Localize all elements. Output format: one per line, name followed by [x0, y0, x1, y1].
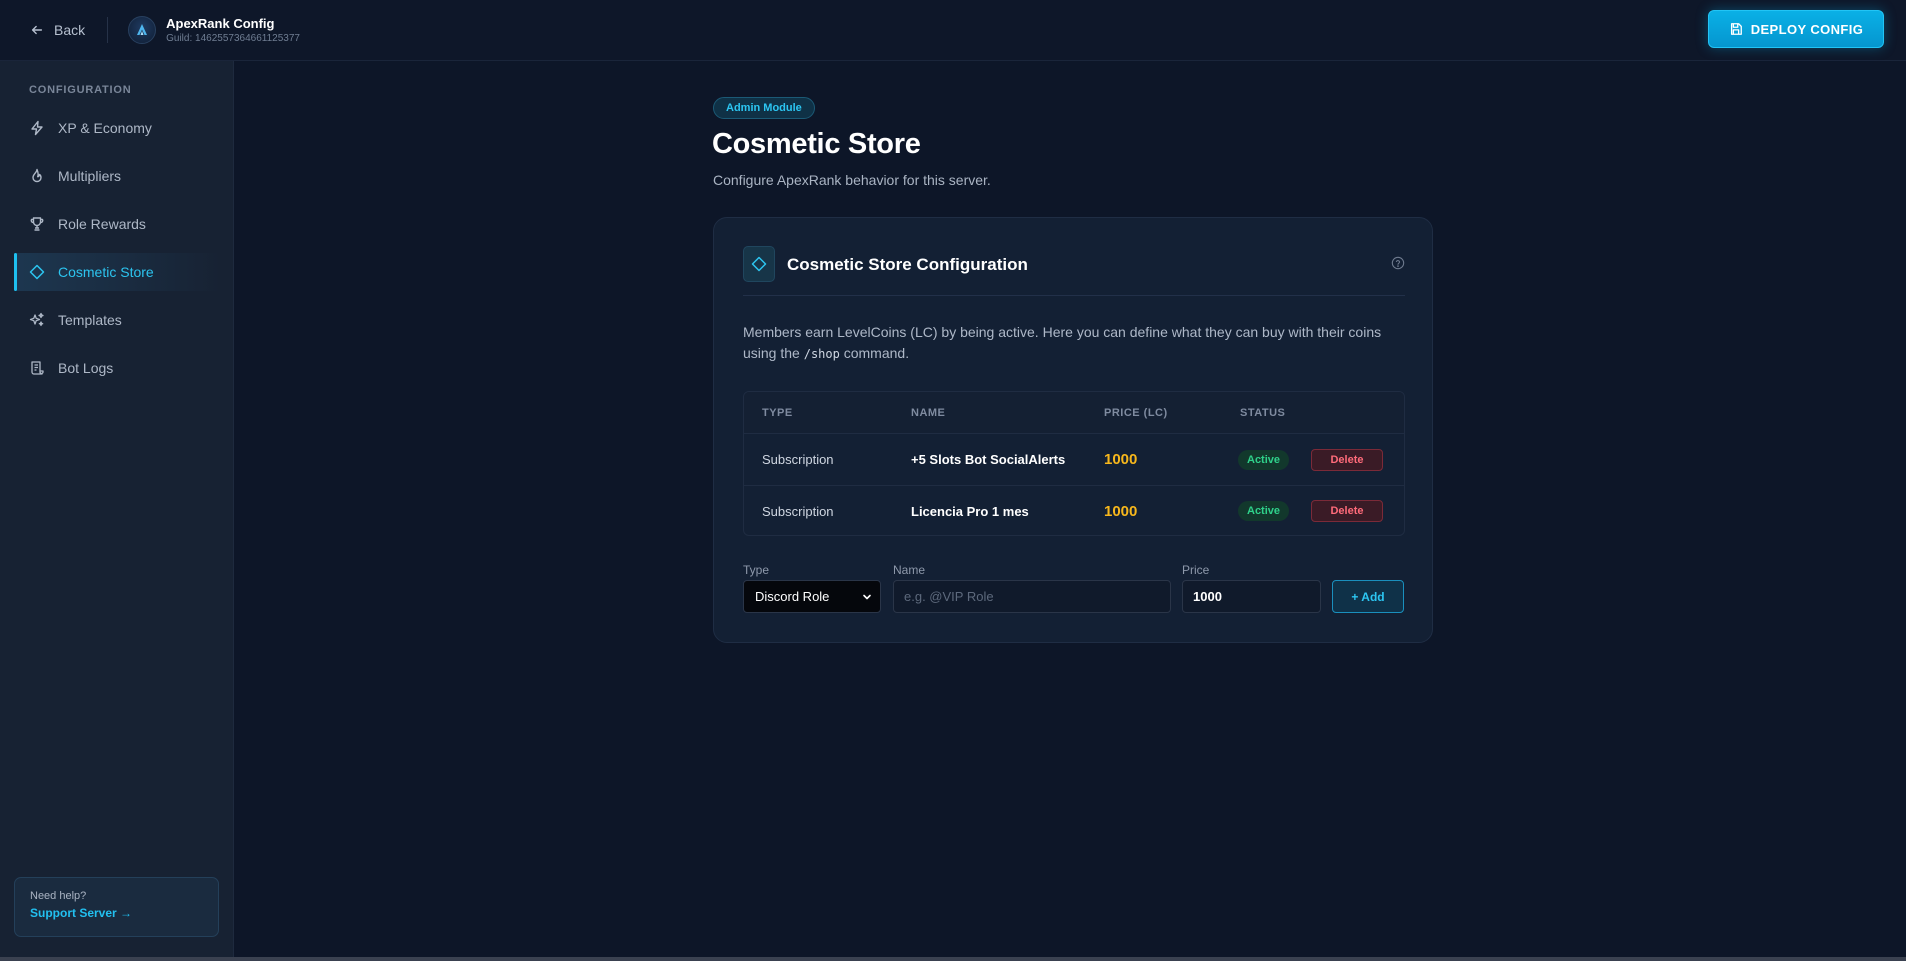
- sidebar-item-label: Multipliers: [58, 168, 122, 184]
- sidebar-item-bot-logs[interactable]: Bot Logs: [14, 349, 220, 387]
- sidebar-item-label: Templates: [58, 312, 122, 328]
- status-badge: Active: [1238, 449, 1290, 470]
- diamond-icon: [743, 246, 775, 282]
- diamond-icon: [29, 264, 45, 280]
- item-name: +5 Slots Bot SocialAlerts: [911, 452, 1066, 467]
- item-price-input[interactable]: [1182, 580, 1321, 613]
- sidebar-item-templates[interactable]: Templates: [14, 301, 220, 339]
- item-name: Licencia Pro 1 mes: [911, 503, 1029, 519]
- sidebar: CONFIGURATION XP & Economy Multipliers R…: [0, 61, 234, 961]
- item-type: Subscription: [762, 452, 834, 467]
- top-header: Back ApexRank Config Guild: 146255736466…: [0, 0, 1906, 61]
- sparkles-icon: [29, 312, 44, 327]
- lightning-icon: [31, 120, 43, 136]
- scroll-icon: [31, 361, 44, 375]
- type-select-value: Discord Role: [755, 589, 830, 604]
- help-box: Need help? Support Server →: [14, 877, 219, 937]
- deploy-label: DEPLOY CONFIG: [1750, 21, 1864, 37]
- sidebar-item-role-rewards[interactable]: Role Rewards: [14, 205, 220, 243]
- card-header: Cosmetic Store Configuration: [743, 246, 1405, 296]
- description-text-end: command.: [839, 345, 910, 361]
- sidebar-item-cosmetic-store[interactable]: Cosmetic Store: [14, 253, 220, 291]
- apexrank-logo-icon: [128, 16, 157, 44]
- page-subtitle: Configure ApexRank behavior for this ser…: [713, 172, 991, 188]
- store-config-card: Cosmetic Store Configuration Members ear…: [713, 217, 1433, 643]
- item-price: 1000: [1104, 451, 1138, 468]
- table-row: Subscription +5 Slots Bot SocialAlerts 1…: [744, 434, 1404, 485]
- sidebar-item-multipliers[interactable]: Multipliers: [14, 157, 220, 195]
- sidebar-heading: CONFIGURATION: [29, 84, 132, 96]
- save-icon: [1730, 23, 1742, 35]
- price-label: Price: [1182, 563, 1210, 577]
- sidebar-item-label: XP & Economy: [58, 120, 152, 136]
- admin-module-badge: Admin Module: [713, 97, 815, 119]
- table-header: TYPE NAME PRICE (LC) STATUS: [744, 392, 1404, 434]
- table-row: Subscription Licencia Pro 1 mes 1000 Act…: [744, 485, 1404, 535]
- help-circle-icon[interactable]: [1391, 256, 1405, 270]
- app-title: ApexRank Config: [166, 16, 275, 31]
- shop-command: /shop: [803, 347, 840, 361]
- brand: ApexRank Config Guild: 14625573646611253…: [128, 16, 300, 44]
- sidebar-item-label: Role Rewards: [58, 216, 146, 232]
- delete-button[interactable]: Delete: [1311, 448, 1383, 471]
- add-item-button[interactable]: + Add: [1332, 580, 1404, 613]
- chevron-down-icon: [863, 594, 871, 600]
- item-name-input[interactable]: [893, 580, 1171, 613]
- guild-id: Guild: 1462557364661125377: [166, 33, 300, 44]
- sidebar-item-xp-economy[interactable]: XP & Economy: [14, 109, 220, 147]
- flame-icon: [32, 168, 42, 183]
- header-divider: [107, 17, 109, 43]
- item-type: Subscription: [762, 503, 834, 519]
- page-title: Cosmetic Store: [712, 128, 921, 160]
- status-badge: Active: [1238, 501, 1290, 521]
- column-price: PRICE (LC): [1104, 406, 1168, 419]
- column-type: TYPE: [762, 406, 793, 419]
- delete-button[interactable]: Delete: [1311, 500, 1383, 522]
- type-select[interactable]: Discord Role: [743, 580, 881, 613]
- arrow-left-icon: [31, 25, 43, 35]
- item-price: 1000: [1104, 502, 1138, 520]
- help-question: Need help?: [30, 890, 87, 902]
- column-name: NAME: [911, 406, 946, 419]
- support-server-link[interactable]: Support Server →: [30, 906, 203, 920]
- trophy-icon: [30, 217, 44, 231]
- store-items-table: TYPE NAME PRICE (LC) STATUS Subscription…: [743, 391, 1405, 536]
- back-button[interactable]: Back: [30, 22, 85, 38]
- card-description: Members earn LevelCoins (LC) by being ac…: [743, 322, 1403, 365]
- sidebar-item-label: Bot Logs: [58, 360, 114, 376]
- card-title: Cosmetic Store Configuration: [787, 255, 1028, 274]
- sidebar-item-label: Cosmetic Store: [58, 264, 154, 280]
- column-status: STATUS: [1240, 406, 1286, 419]
- name-label: Name: [893, 563, 926, 577]
- type-label: Type: [743, 563, 770, 577]
- deploy-config-button[interactable]: DEPLOY CONFIG: [1708, 10, 1884, 48]
- bottom-edge: [0, 957, 1906, 961]
- back-label: Back: [54, 22, 86, 38]
